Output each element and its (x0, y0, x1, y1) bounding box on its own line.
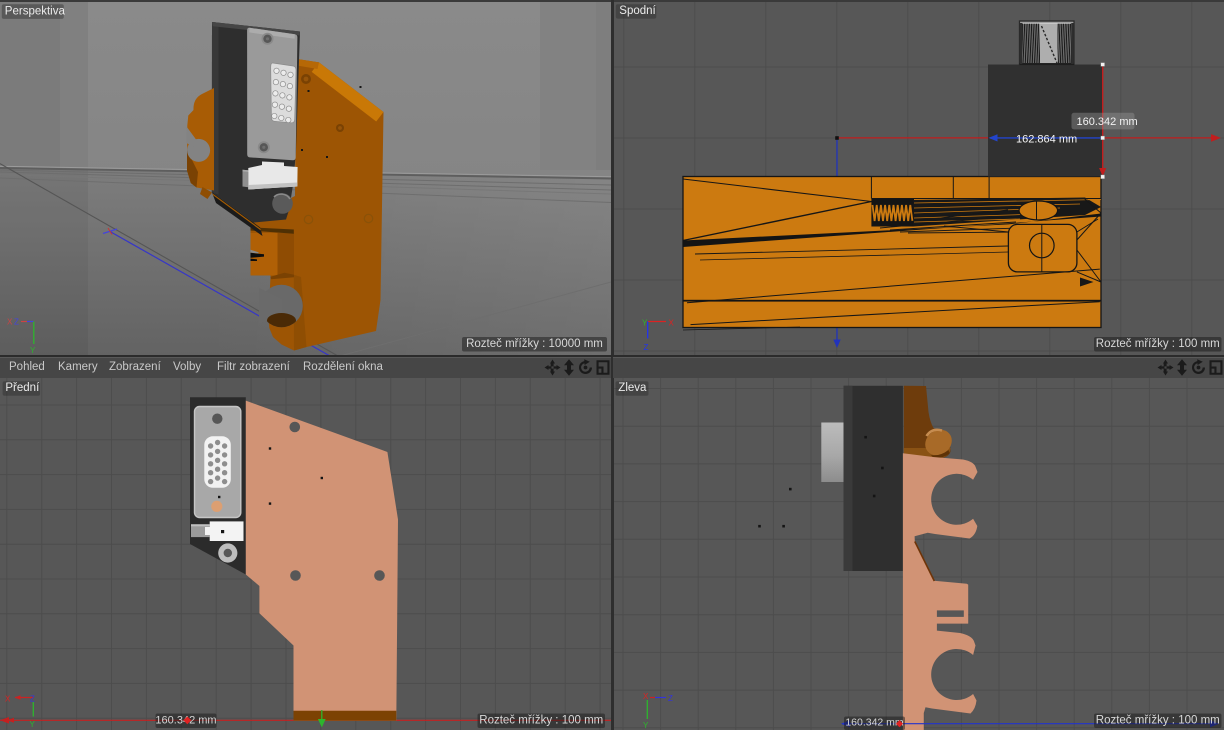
svg-text:Y: Y (30, 346, 36, 355)
svg-text:Perspektiva: Perspektiva (5, 5, 66, 17)
svg-text:Y: Y (643, 721, 649, 730)
svg-text:X: X (7, 318, 13, 327)
svg-text:Přední: Přední (5, 382, 40, 394)
svg-text:Rozteč mřížky : 10000 mm: Rozteč mřížky : 10000 mm (466, 338, 603, 350)
svg-text:Z: Z (30, 695, 35, 704)
svg-text:Zleva: Zleva (618, 382, 647, 394)
svg-text:Rozteč mřížky : 100 mm: Rozteč mřížky : 100 mm (1096, 715, 1220, 727)
svg-text:Z: Z (644, 343, 649, 352)
svg-text:X: X (5, 695, 11, 704)
svg-text:Spodní: Spodní (619, 5, 656, 17)
svg-text:X: X (669, 319, 675, 328)
svg-text:X: X (643, 692, 649, 701)
svg-text:Z: Z (668, 694, 673, 703)
svg-text:Rozteč mřížky : 100 mm: Rozteč mřížky : 100 mm (1096, 338, 1220, 350)
svg-text:162.864 mm: 162.864 mm (1016, 134, 1077, 146)
svg-text:160.342 mm: 160.342 mm (845, 717, 904, 729)
svg-text:Rozteč mřížky : 100 mm: Rozteč mřížky : 100 mm (479, 715, 603, 727)
svg-text:Y: Y (30, 720, 36, 729)
svg-text:160.342 mm: 160.342 mm (1077, 116, 1138, 128)
svg-text:Z: Z (14, 318, 19, 327)
